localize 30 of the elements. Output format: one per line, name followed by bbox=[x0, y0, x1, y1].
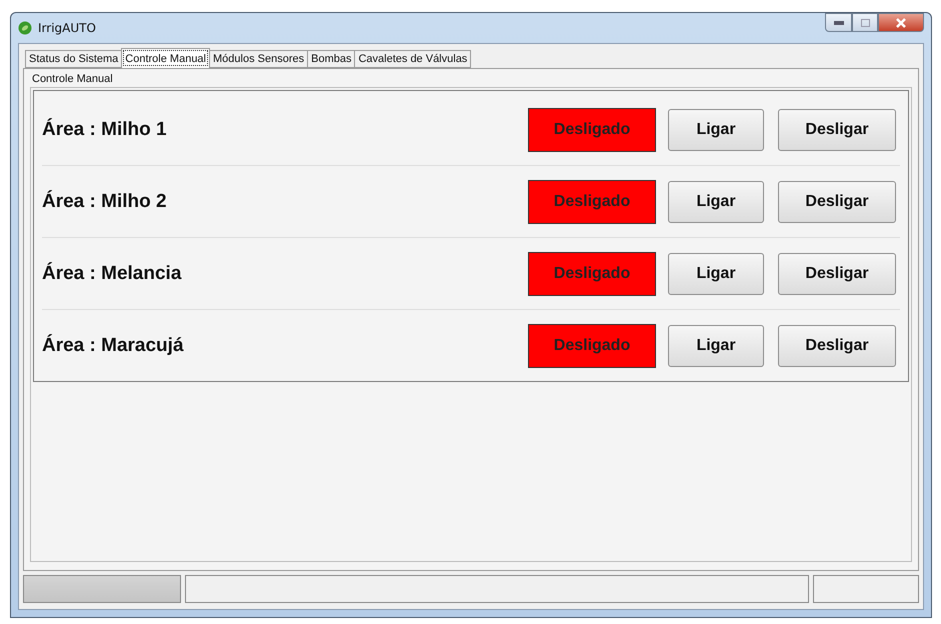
minimize-button[interactable] bbox=[825, 13, 852, 32]
minimize-icon bbox=[834, 20, 844, 24]
tab[interactable]: Cavaletes de Válvulas bbox=[354, 50, 472, 68]
area-name: Área : Maracujá bbox=[42, 334, 185, 356]
off-button[interactable]: Desligar bbox=[778, 324, 896, 366]
group-title: Controle Manual bbox=[32, 73, 114, 85]
maximize-icon bbox=[860, 18, 870, 26]
on-button[interactable]: Ligar bbox=[668, 108, 764, 150]
off-button[interactable]: Desligar bbox=[778, 252, 896, 294]
window-title: IrrigAUTO bbox=[38, 21, 96, 35]
leaf-icon bbox=[18, 21, 32, 35]
area-name: Área : Milho 1 bbox=[42, 118, 168, 140]
off-button[interactable]: Desligar bbox=[778, 180, 896, 222]
status-indicator: Desligado bbox=[528, 324, 656, 368]
tab[interactable]: Módulos Sensores bbox=[209, 50, 308, 68]
status-indicator: Desligado bbox=[528, 252, 656, 296]
on-button[interactable]: Ligar bbox=[668, 180, 764, 222]
close-icon bbox=[896, 18, 906, 28]
maximize-button[interactable] bbox=[852, 13, 878, 32]
tab[interactable]: Status do Sistema bbox=[25, 50, 122, 68]
on-button[interactable]: Ligar bbox=[668, 252, 764, 294]
status-indicator: Desligado bbox=[528, 108, 656, 152]
tab[interactable]: Bombas bbox=[307, 50, 356, 68]
tab[interactable]: Controle Manual bbox=[121, 48, 210, 68]
close-button[interactable] bbox=[878, 13, 924, 32]
status-indicator: Desligado bbox=[528, 180, 656, 224]
on-button[interactable]: Ligar bbox=[668, 324, 764, 366]
area-name: Área : Melancia bbox=[42, 262, 182, 284]
area-name: Área : Milho 2 bbox=[42, 190, 168, 212]
off-button[interactable]: Desligar bbox=[778, 108, 896, 150]
